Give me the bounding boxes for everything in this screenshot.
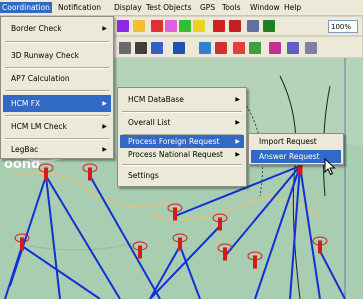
menu-separator (5, 138, 109, 140)
toolbar-button[interactable] (151, 42, 163, 54)
menu-separator (122, 111, 242, 113)
menu-gps[interactable]: GPS (198, 2, 217, 13)
menu-item-label: Overall List (128, 118, 171, 127)
zoom-input[interactable]: 100% (328, 20, 358, 33)
menu-item-settings[interactable]: Settings (120, 167, 244, 184)
toolbar-button[interactable] (263, 20, 275, 32)
menu-separator (5, 90, 109, 92)
menu-item-overall-list[interactable]: Overall List ▶ (120, 114, 244, 131)
menu-item-label: Process Foreign Request (128, 137, 220, 146)
menu-item-label: Process National Request (128, 150, 223, 159)
toolbar-button[interactable] (193, 20, 205, 32)
menu-item-3d-runway-check[interactable]: 3D Runway Check (3, 47, 111, 64)
menu-separator (5, 115, 109, 117)
menu-separator (5, 41, 109, 43)
toolbar-button[interactable] (215, 42, 227, 54)
menu-item-label: Border Check (11, 24, 62, 33)
menu-item-hcm-lm-check[interactable]: HCM LM Check ▶ (3, 118, 111, 135)
menu-notification[interactable]: Notification (56, 2, 103, 13)
menu-item-hcm-fx[interactable]: HCM FX ▶ (3, 95, 111, 112)
toolbar-button[interactable] (133, 20, 145, 32)
toolbar-button[interactable] (165, 20, 177, 32)
menu-item-hcm-database[interactable]: HCM DataBase ▶ (120, 91, 244, 108)
menu-separator (122, 164, 242, 166)
toolbar-button[interactable] (173, 42, 185, 54)
toolbar-button[interactable] (199, 42, 211, 54)
menu-item-label: AP7 Calculation (11, 74, 70, 83)
menu-test-objects[interactable]: Test Objects (144, 2, 194, 13)
toolbar-button[interactable] (179, 20, 191, 32)
hcm-fx-submenu: HCM DataBase ▶ Overall List ▶ Process Fore… (117, 87, 247, 187)
menu-item-legbac[interactable]: LegBac ▶ (3, 141, 111, 158)
menu-separator (5, 67, 109, 69)
menu-coordination[interactable]: Coordination (0, 2, 52, 13)
toolbar-button[interactable] (269, 42, 281, 54)
menu-item-process-national-request[interactable]: Process National Request ▶ (120, 148, 244, 161)
svg-text:oond: oond (4, 157, 40, 172)
menu-item-label: HCM DataBase (128, 95, 184, 104)
menu-window[interactable]: Window (248, 2, 282, 13)
submenu-arrow-icon: ▶ (235, 96, 240, 103)
submenu-arrow-icon: ▶ (235, 119, 240, 126)
toolbar-button[interactable] (229, 20, 241, 32)
mouse-cursor-icon (324, 158, 336, 176)
toolbar-button[interactable] (287, 42, 299, 54)
menu-help[interactable]: Help (282, 2, 303, 13)
menu-item-label: Import Request (259, 137, 317, 146)
menu-item-border-check[interactable]: Border Check ▶ (3, 20, 111, 37)
menu-display[interactable]: Display (112, 2, 144, 13)
menu-item-label: HCM LM Check (11, 122, 67, 131)
toolbar-second (108, 36, 363, 58)
menu-item-ap7-calculation[interactable]: AP7 Calculation (3, 70, 111, 87)
menu-tools[interactable]: Tools (220, 2, 242, 13)
submenu-arrow-icon: ▶ (235, 138, 240, 145)
toolbar-button[interactable] (213, 20, 225, 32)
toolbar-button[interactable] (135, 42, 147, 54)
menu-item-label: 3D Runway Check (11, 51, 79, 60)
menu-item-import-request[interactable]: Import Request (251, 135, 341, 149)
menu-bar: Coordination Notification Display Test O… (0, 0, 363, 16)
menu-item-label: LegBac (11, 145, 39, 154)
submenu-arrow-icon: ▶ (102, 25, 107, 32)
toolbar-button[interactable] (249, 42, 261, 54)
submenu-arrow-icon: ▶ (102, 123, 107, 130)
menu-item-label: HCM FX (11, 99, 41, 108)
submenu-arrow-icon: ▶ (235, 151, 240, 158)
submenu-arrow-icon: ▶ (102, 146, 107, 153)
toolbar-button[interactable] (151, 20, 163, 32)
menu-item-label: Answer Request (259, 152, 320, 161)
toolbar-button[interactable] (247, 20, 259, 32)
menu-item-label: Settings (128, 171, 159, 180)
coordination-menu: Border Check ▶ 3D Runway Check AP7 Calcul… (0, 16, 114, 159)
toolbar-button[interactable] (233, 42, 245, 54)
menu-item-process-foreign-request[interactable]: Process Foreign Request ▶ (120, 135, 244, 148)
toolbar-button[interactable] (119, 42, 131, 54)
toolbar-top: 100% (108, 16, 363, 36)
toolbar-button[interactable] (305, 42, 317, 54)
toolbar-button[interactable] (117, 20, 129, 32)
submenu-arrow-icon: ▶ (102, 100, 107, 107)
